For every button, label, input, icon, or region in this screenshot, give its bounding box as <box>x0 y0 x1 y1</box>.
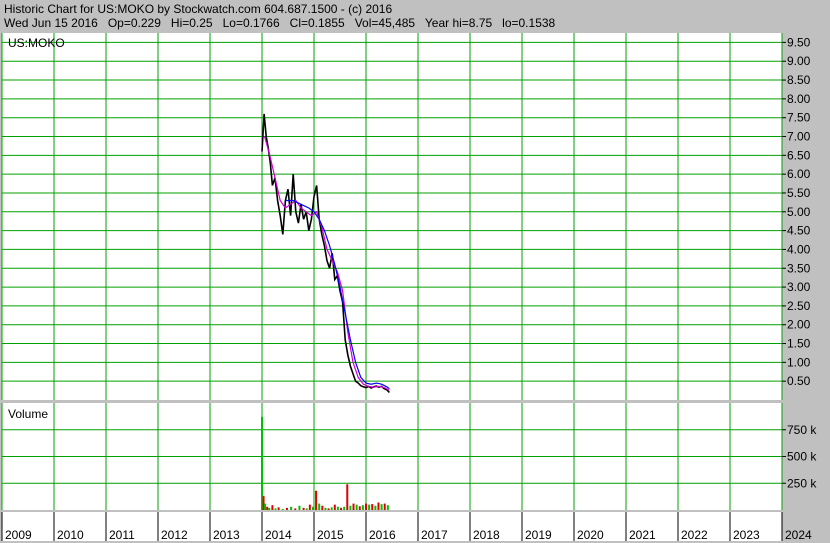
volume-bar <box>368 504 371 510</box>
volume-bar <box>318 503 321 510</box>
volume-bar <box>271 505 274 510</box>
price-y-tick-label: 5.50 <box>787 186 811 200</box>
volume-bar <box>302 507 305 510</box>
price-y-tick-label: 2.00 <box>787 318 811 332</box>
volume-bar <box>305 508 308 510</box>
x-tick-label: 2024 <box>785 528 812 542</box>
volume-panel-title: Volume <box>8 407 48 421</box>
volume-bar <box>261 416 263 510</box>
stock-chart: 0.50 1.00 1.50 2.00 2.50 3.00 3.50 4.00 4.50 5.00… <box>1 33 817 542</box>
price-y-tick-label: 8.00 <box>787 92 811 106</box>
price-y-tick-label: 8.50 <box>787 73 811 87</box>
price-y-tick-label: 1.50 <box>787 337 811 351</box>
volume-bar <box>277 507 280 510</box>
volume-bar <box>315 490 318 510</box>
x-tick-label: 2019 <box>525 528 552 542</box>
volume-bar <box>308 504 311 510</box>
volume-bar <box>327 508 330 510</box>
volume-bar <box>377 502 380 510</box>
volume-y-tick-label: 250 k <box>787 476 817 490</box>
volume-bar <box>349 505 352 510</box>
volume-bar <box>352 503 355 510</box>
price-panel-title: US:MOKO <box>8 36 65 50</box>
chart-window: Historic Chart for US:MOKO by Stockwatch… <box>0 0 830 543</box>
volume-bar <box>365 503 367 510</box>
price-y-tick-label: 6.50 <box>787 148 811 162</box>
price-y-tick-label: 3.50 <box>787 261 811 275</box>
volume-bar <box>343 506 346 510</box>
volume-bar <box>311 506 314 510</box>
volume-y-axis: 250 k 500 k 750 k <box>782 423 817 490</box>
volume-bar <box>386 505 389 510</box>
x-tick-label: 2009 <box>5 528 32 542</box>
price-y-tick-label: 0.50 <box>787 374 811 388</box>
price-y-tick-label: 4.50 <box>787 224 811 238</box>
x-tick-label: 2010 <box>57 528 84 542</box>
x-tick-label: 2011 <box>109 528 135 542</box>
volume-bar <box>298 505 301 510</box>
price-y-tick-label: 1.00 <box>787 355 811 369</box>
volume-bar <box>383 503 386 510</box>
volume-bar <box>321 505 324 510</box>
price-y-tick-label: 7.00 <box>787 130 811 144</box>
volume-bar <box>346 484 349 510</box>
volume-bar <box>274 508 277 510</box>
price-panel <box>2 33 782 400</box>
volume-bar <box>285 507 288 510</box>
volume-bar <box>333 504 336 510</box>
volume-bar <box>374 505 377 510</box>
price-y-tick-label: 6.00 <box>787 167 811 181</box>
volume-bar <box>355 504 358 510</box>
volume-bar <box>264 503 267 510</box>
x-tick-label: 2014 <box>265 528 292 542</box>
price-y-tick-label: 5.00 <box>787 205 811 219</box>
volume-bar <box>281 508 284 510</box>
price-y-tick-label: 9.00 <box>787 54 811 68</box>
x-tick-label: 2012 <box>161 528 188 542</box>
x-tick-label: 2022 <box>681 528 708 542</box>
x-tick-label: 2016 <box>369 528 396 542</box>
price-y-axis: 0.50 1.00 1.50 2.00 2.50 3.00 3.50 4.00 4.50 5.00… <box>782 35 811 388</box>
volume-y-tick-label: 750 k <box>787 423 817 437</box>
price-y-tick-label: 9.50 <box>787 35 811 49</box>
x-tick-label: 2023 <box>733 528 760 542</box>
x-tick-label: 2021 <box>629 528 656 542</box>
price-y-tick-label: 2.50 <box>787 299 811 313</box>
volume-bar <box>290 506 293 510</box>
price-y-tick-label: 4.00 <box>787 242 811 256</box>
volume-bar <box>358 506 361 510</box>
x-tick-label: 2015 <box>317 528 344 542</box>
x-tick-label: 2017 <box>421 528 448 542</box>
price-y-tick-label: 3.00 <box>787 280 811 294</box>
volume-bar <box>266 506 269 510</box>
volume-bar <box>340 507 343 510</box>
volume-bar <box>361 505 364 510</box>
volume-y-tick-label: 500 k <box>787 450 817 464</box>
price-y-tick-label: 7.50 <box>787 111 811 125</box>
volume-bar <box>268 507 271 510</box>
volume-bar <box>380 504 383 510</box>
volume-bar <box>324 507 327 510</box>
volume-bar <box>330 507 333 510</box>
volume-bar <box>294 508 297 510</box>
x-tick-label: 2020 <box>577 528 604 542</box>
volume-bar <box>336 506 339 510</box>
volume-bar <box>371 504 374 510</box>
x-tick-label: 2013 <box>213 528 240 542</box>
x-tick-label: 2018 <box>473 528 500 542</box>
